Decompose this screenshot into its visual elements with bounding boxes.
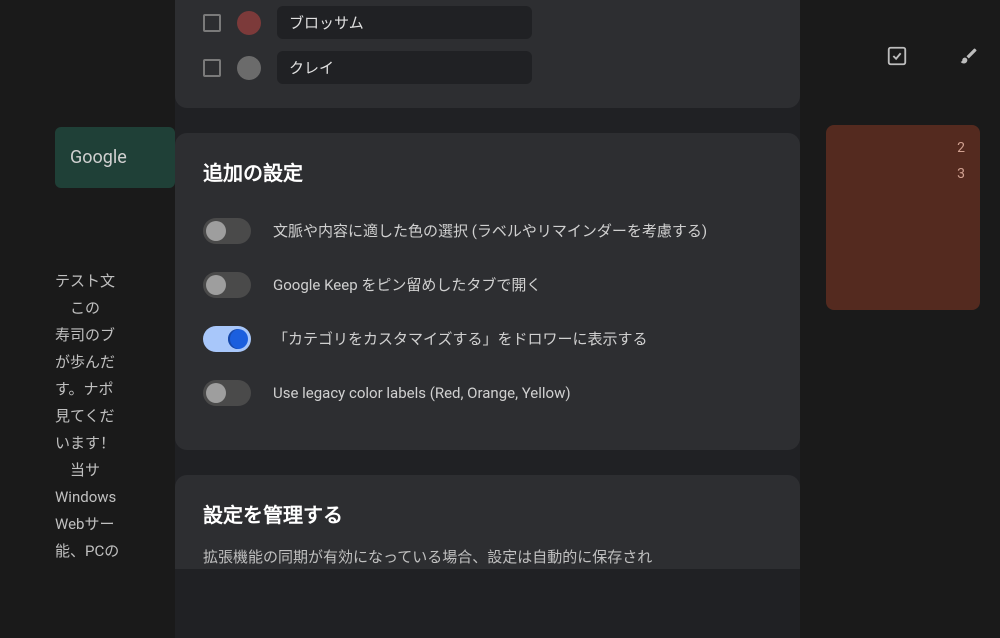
bg-card-google: Google (55, 127, 175, 188)
bg-text-card: テスト文 この 寿司のブ が歩んだ す。ナポ 見てくだ います！ 当サ Wind… (55, 268, 175, 565)
color-row-clay (175, 45, 800, 90)
color-name-input-blossom[interactable] (277, 6, 532, 39)
additional-settings-title: 追加の設定 (175, 153, 800, 204)
toolbar-icons (886, 45, 980, 67)
bg-right-card: 2 3 (826, 125, 980, 310)
toggle-label-pinned-tab: Google Keep をピン留めしたタブで開く (273, 272, 541, 297)
color-checkbox-blossom[interactable] (203, 14, 221, 32)
additional-settings-section: 追加の設定 文脈や内容に適した色の選択 (ラベルやリマインダーを考慮する) Go… (175, 133, 800, 450)
color-swatch-clay (237, 56, 261, 80)
color-row-blossom (175, 0, 800, 45)
manage-settings-title: 設定を管理する (175, 495, 800, 546)
color-name-input-clay[interactable] (277, 51, 532, 84)
color-checkbox-clay[interactable] (203, 59, 221, 77)
toggle-label-customize-category: 「カテゴリをカスタマイズする」をドロワーに表示する (273, 326, 648, 351)
bg-card-google-text: Google (70, 147, 127, 168)
color-options-section (175, 0, 800, 108)
bg-right-num-1: 2 (841, 140, 965, 156)
manage-settings-section: 設定を管理する 拡張機能の同期が有効になっている場合、設定は自動的に保存され (175, 475, 800, 569)
background-left-column: Google テスト文 この 寿司のブ が歩んだ す。ナポ 見てくだ います！ … (55, 127, 175, 565)
toggle-label-legacy-colors: Use legacy color labels (Red, Orange, Ye… (273, 380, 571, 405)
toggle-label-context-color: 文脈や内容に適した色の選択 (ラベルやリマインダーを考慮する) (273, 218, 707, 243)
toggle-row-customize-category: 「カテゴリをカスタマイズする」をドロワーに表示する (175, 312, 800, 366)
toggle-legacy-colors[interactable] (203, 380, 251, 406)
toggle-customize-category[interactable] (203, 326, 251, 352)
toggle-context-color[interactable] (203, 218, 251, 244)
color-swatch-blossom (237, 11, 261, 35)
toggle-pinned-tab[interactable] (203, 272, 251, 298)
brush-icon[interactable] (958, 45, 980, 67)
checkbox-outline-icon[interactable] (886, 45, 908, 67)
toggle-row-pinned-tab: Google Keep をピン留めしたタブで開く (175, 258, 800, 312)
settings-panel: 追加の設定 文脈や内容に適した色の選択 (ラベルやリマインダーを考慮する) Go… (175, 0, 800, 638)
toggle-row-context-color: 文脈や内容に適した色の選択 (ラベルやリマインダーを考慮する) (175, 204, 800, 258)
toggle-row-legacy-colors: Use legacy color labels (Red, Orange, Ye… (175, 366, 800, 420)
manage-settings-subtitle: 拡張機能の同期が有効になっている場合、設定は自動的に保存され (175, 546, 800, 569)
bg-right-num-2: 3 (841, 166, 965, 182)
